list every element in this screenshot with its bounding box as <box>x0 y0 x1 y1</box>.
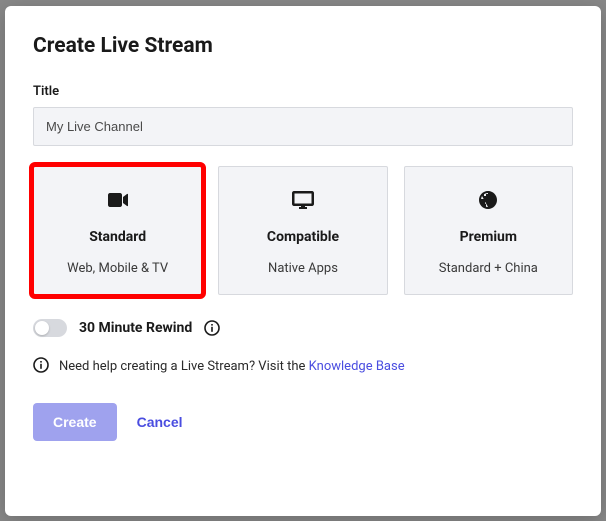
create-live-stream-modal: Create Live Stream Title Standard Web, M… <box>5 6 601 516</box>
toggle-knob <box>35 321 49 335</box>
info-icon[interactable] <box>204 320 220 336</box>
title-field-label: Title <box>33 84 573 99</box>
option-premium[interactable]: Premium Standard + China <box>404 166 573 295</box>
globe-icon <box>413 187 564 213</box>
stream-type-options: Standard Web, Mobile & TV Compatible Nat… <box>33 166 573 295</box>
modal-title: Create Live Stream <box>33 34 573 58</box>
rewind-toggle[interactable] <box>33 319 67 337</box>
button-row: Create Cancel <box>33 403 573 441</box>
knowledge-base-link[interactable]: Knowledge Base <box>309 359 405 374</box>
monitor-icon <box>227 187 378 213</box>
help-text-prefix: Need help creating a Live Stream? Visit … <box>59 359 309 374</box>
create-button[interactable]: Create <box>33 403 117 441</box>
option-subtitle: Standard + China <box>413 261 564 276</box>
info-icon <box>33 357 49 377</box>
option-compatible[interactable]: Compatible Native Apps <box>218 166 387 295</box>
rewind-label: 30 Minute Rewind <box>79 320 192 336</box>
title-input[interactable] <box>33 107 573 146</box>
option-subtitle: Native Apps <box>227 261 378 276</box>
help-row: Need help creating a Live Stream? Visit … <box>33 357 573 377</box>
video-camera-icon <box>42 187 193 213</box>
rewind-toggle-row: 30 Minute Rewind <box>33 319 573 337</box>
option-title: Standard <box>42 229 193 245</box>
option-standard[interactable]: Standard Web, Mobile & TV <box>33 166 202 295</box>
option-subtitle: Web, Mobile & TV <box>42 261 193 276</box>
option-title: Premium <box>413 229 564 245</box>
cancel-button[interactable]: Cancel <box>137 414 183 430</box>
help-text: Need help creating a Live Stream? Visit … <box>59 359 405 374</box>
option-title: Compatible <box>227 229 378 245</box>
